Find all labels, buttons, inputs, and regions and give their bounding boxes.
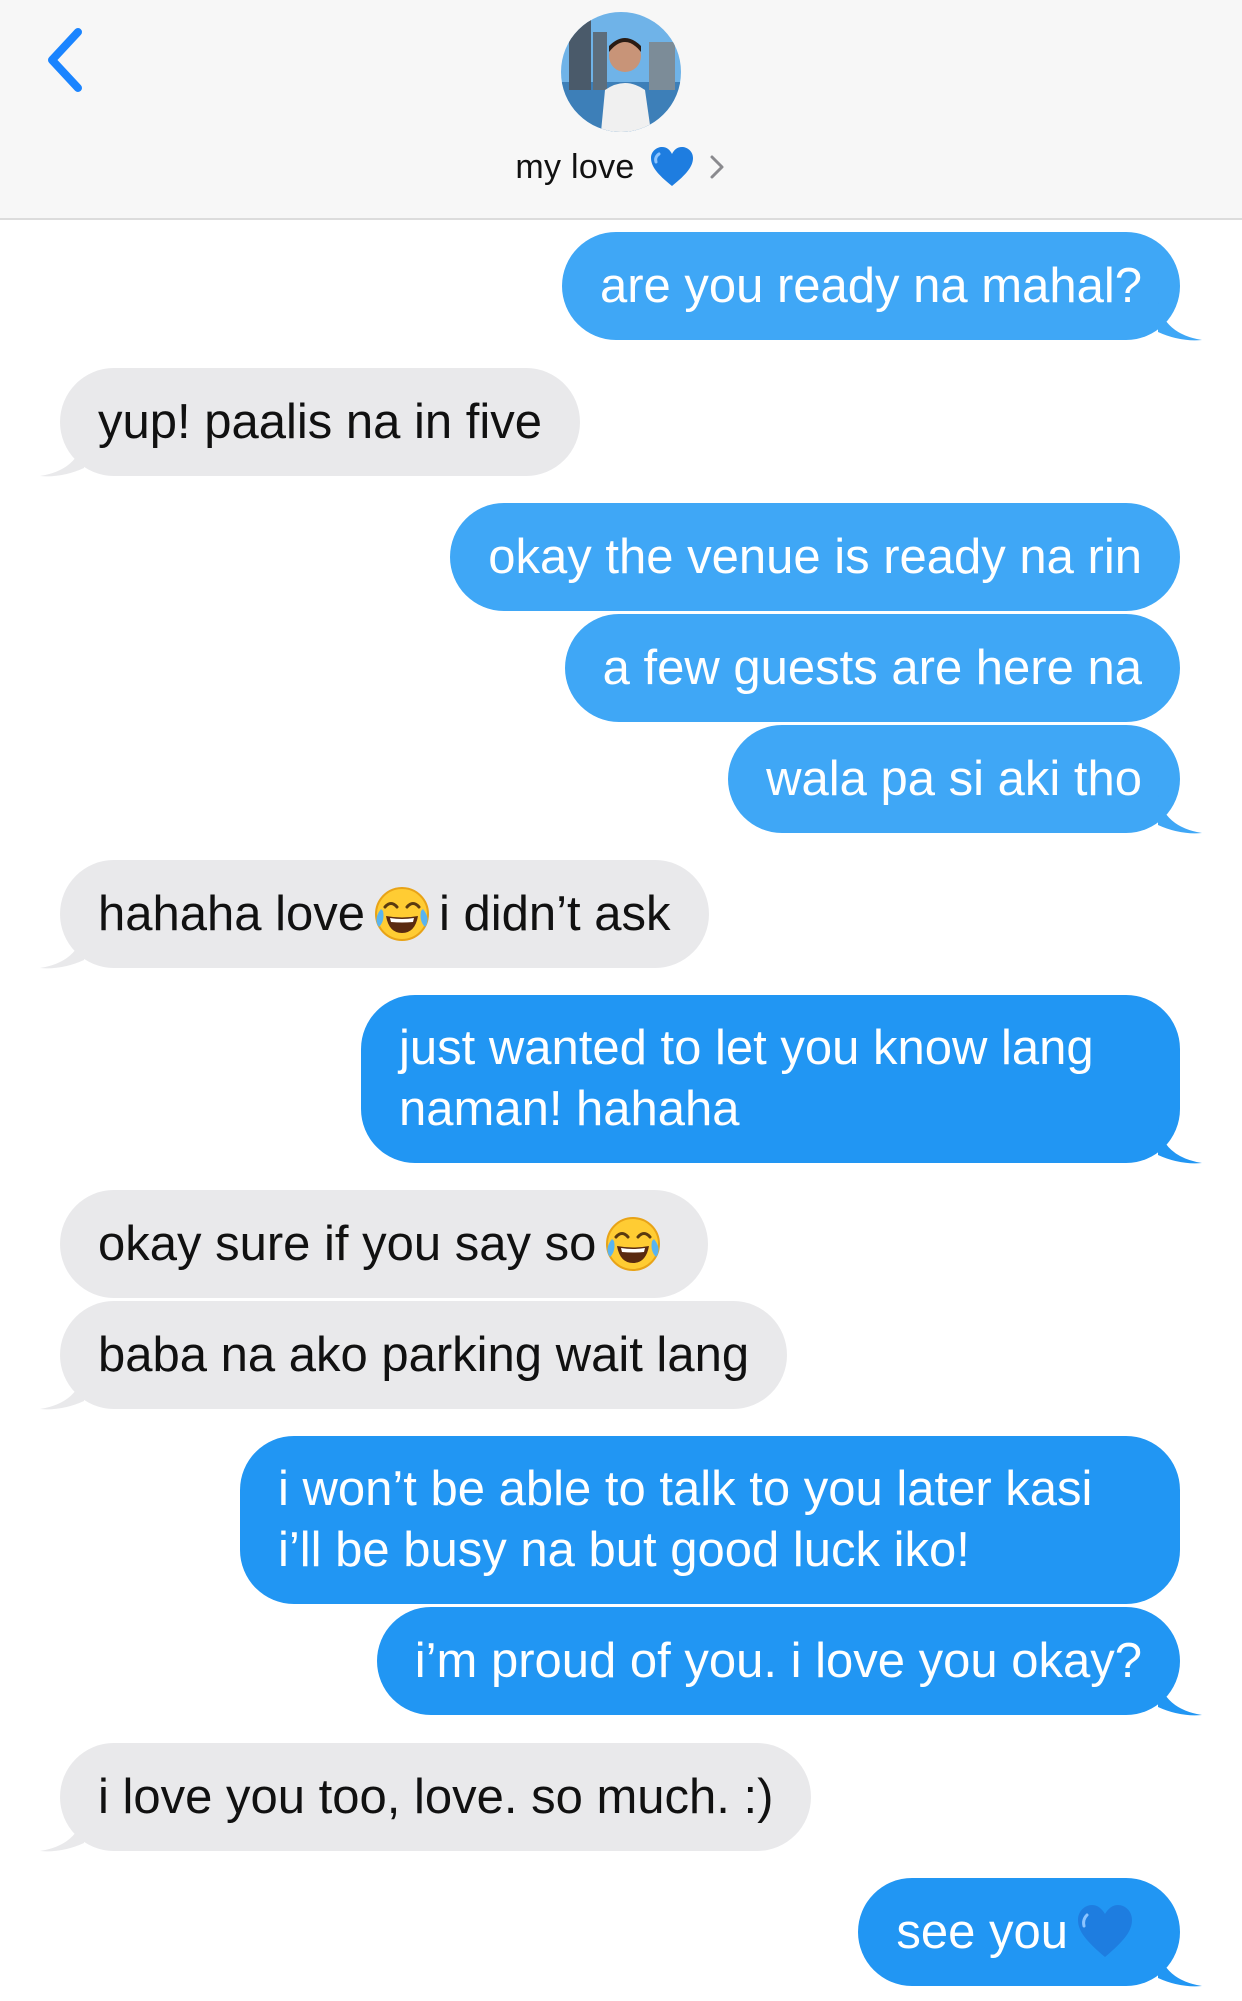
message-bubble-incoming[interactable]: okay sure if you say so <box>60 1190 709 1298</box>
message-text: are you ready na mahal? <box>599 258 1142 313</box>
contact-avatar[interactable] <box>561 12 681 132</box>
message-bubble-outgoing[interactable]: i’m proud of you. i love you okay? <box>376 1607 1202 1716</box>
message-text: okay the venue is ready na rin <box>488 529 1142 584</box>
back-button[interactable] <box>40 22 100 102</box>
chevron-left-icon <box>48 28 82 92</box>
message-text: i love you too, love. so much. :) <box>98 1769 774 1824</box>
chevron-right-icon <box>710 155 724 179</box>
message-text: a few guests are here na <box>602 640 1142 695</box>
message-text: okay sure if you say so <box>98 1216 597 1271</box>
message-text: baba na ako parking wait lang <box>98 1327 750 1382</box>
message-bubble-incoming[interactable]: i love you too, love. so much. :) <box>40 1743 812 1852</box>
face-with-tears-of-joy-icon <box>375 887 430 941</box>
face-with-tears-of-joy-icon <box>606 1217 661 1271</box>
message-bubble-outgoing[interactable]: see you <box>858 1878 1202 1987</box>
message-bubble-incoming[interactable]: baba na ako parking wait lang <box>40 1301 788 1410</box>
message-bubble-outgoing[interactable]: i won’t be able to talk to you later kas… <box>240 1436 1180 1604</box>
message-bubble-incoming[interactable]: yup! paalis na in five <box>40 368 580 477</box>
contact-details-button[interactable]: my love <box>0 142 1242 192</box>
message-bubble-outgoing[interactable]: are you ready na mahal? <box>561 232 1202 341</box>
blue-heart-icon <box>650 147 693 186</box>
message-bubble-outgoing[interactable]: just wanted to let you know lang naman! … <box>361 995 1202 1164</box>
message-bubble-outgoing[interactable]: a few guests are here na <box>564 614 1180 722</box>
contact-name: my love <box>515 147 635 186</box>
message-text: just wanted to let you know lang naman! … <box>399 1021 1094 1136</box>
message-text: wala pa si aki tho <box>766 751 1142 806</box>
message-text: hahaha love <box>98 886 366 941</box>
message-text: i didn’t ask <box>439 886 671 941</box>
message-bubble-outgoing[interactable]: okay the venue is ready na rin <box>450 503 1180 611</box>
message-text: i’m proud of you. i love you okay? <box>414 1633 1142 1688</box>
blue-heart-icon <box>1078 1905 1132 1957</box>
message-bubble-incoming[interactable]: hahaha love i didn’t ask <box>40 860 709 969</box>
message-text: i won’t be able to talk to you later kas… <box>278 1462 1093 1577</box>
message-bubble-outgoing[interactable]: wala pa si aki tho <box>728 725 1202 834</box>
message-text: see you <box>896 1904 1068 1959</box>
conversation-header: my love <box>0 0 1242 220</box>
message-text: yup! paalis na in five <box>98 394 542 449</box>
message-thread[interactable]: are you ready na mahal? yup! paalis na i… <box>0 220 1242 2001</box>
